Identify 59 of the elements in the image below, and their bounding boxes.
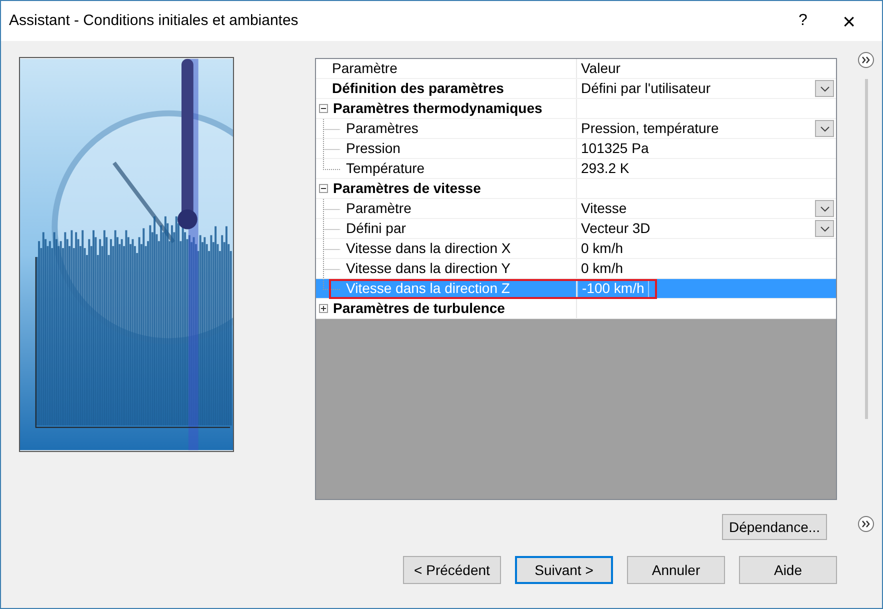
window-title: Assistant - Conditions initiales et ambiantes (9, 10, 300, 31)
group-row[interactable]: Paramètres de turbulence (316, 299, 836, 319)
wizard-button[interactable]: Annuler (627, 556, 725, 584)
help-button[interactable]: ? (780, 1, 826, 41)
group-row[interactable]: Paramètres de vitesse (316, 179, 836, 199)
property-row[interactable]: Vitesse dans la direction Y 0 km/h (316, 259, 836, 279)
property-value: -100 km/h (577, 280, 650, 298)
chevron-down-icon (820, 86, 830, 92)
property-row[interactable]: Défini par Vecteur 3D (316, 219, 836, 239)
property-value: Vecteur 3D (580, 220, 652, 238)
chevron-down-icon (820, 226, 830, 232)
property-value: 0 km/h (580, 240, 624, 258)
property-value: Défini par l'utilisateur (580, 80, 712, 98)
property-row[interactable]: Vitesse dans la direction X 0 km/h (316, 239, 836, 259)
wizard-button[interactable]: < Précédent (403, 556, 501, 584)
close-button[interactable]: × (826, 1, 872, 41)
collapse-icon[interactable] (319, 104, 328, 113)
property-value: Vitesse (580, 200, 628, 218)
dependency-button[interactable]: Dépendance... (722, 514, 827, 540)
property-row[interactable]: Paramètres Pression, température (316, 119, 836, 139)
property-label: Vitesse dans la direction Y (346, 259, 510, 278)
expand-icon[interactable] (857, 51, 875, 69)
dropdown-button[interactable] (815, 120, 834, 137)
property-label: Défini par (346, 219, 406, 238)
property-row[interactable]: Température 293.2 K (316, 159, 836, 179)
tree-line-icon (323, 118, 340, 138)
property-row[interactable]: Paramètre Vitesse (316, 199, 836, 219)
property-label: Température (346, 159, 425, 178)
expand-icon[interactable] (319, 304, 328, 313)
property-value: Pression, température (580, 120, 720, 138)
wizard-button[interactable]: Aide (739, 556, 837, 584)
tree-line-icon (323, 238, 340, 258)
group-label: Paramètres thermodynamiques (333, 99, 542, 118)
property-label: Paramètre (346, 199, 412, 218)
property-value: 293.2 K (580, 160, 630, 178)
group-row[interactable]: Paramètres thermodynamiques (316, 99, 836, 119)
group-label: Paramètres de vitesse (333, 179, 481, 198)
group-label: Paramètres de turbulence (333, 299, 505, 318)
property-label: Vitesse dans la direction Z (346, 279, 510, 298)
dropdown-button[interactable] (815, 80, 834, 97)
tree-line-icon (323, 198, 340, 218)
dropdown-button[interactable] (815, 220, 834, 237)
property-label: Vitesse dans la direction X (346, 239, 511, 258)
tree-line-icon (323, 218, 340, 238)
collapse-icon[interactable] (319, 184, 328, 193)
dropdown-button[interactable] (815, 200, 834, 217)
wizard-button[interactable]: Suivant > (515, 556, 613, 584)
column-header: Paramètre (316, 59, 577, 78)
property-label: Définition des paramètres (332, 79, 504, 98)
property-label: Paramètres (346, 119, 418, 138)
expand-icon[interactable] (857, 515, 875, 533)
property-value: 0 km/h (580, 260, 624, 278)
chevron-down-icon (820, 206, 830, 212)
property-label: Pression (346, 139, 400, 158)
property-value: 101325 Pa (580, 140, 650, 158)
column-header: Valeur (580, 59, 620, 78)
property-row[interactable]: Définition des paramètres Défini par l'utilisateur (316, 79, 836, 99)
property-row[interactable]: Pression 101325 Pa (316, 139, 836, 159)
chevron-down-icon (820, 126, 830, 132)
